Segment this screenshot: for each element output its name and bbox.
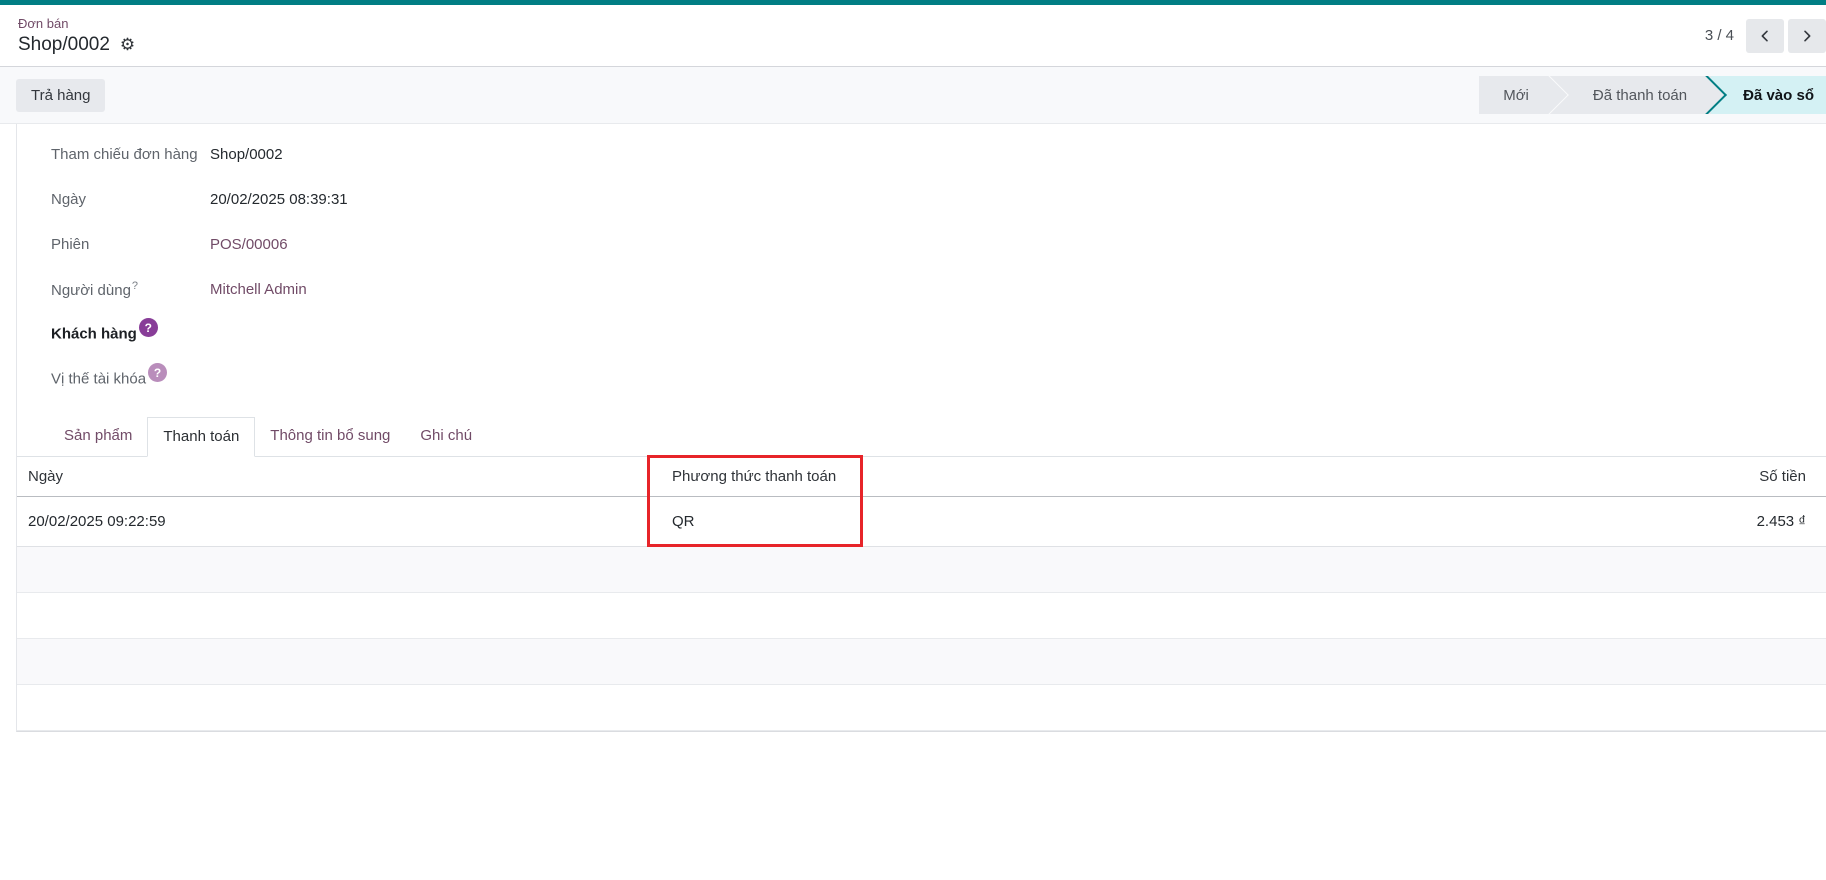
empty-table-row xyxy=(17,593,1826,639)
field-order-reference: Tham chiếu đơn hàng Shop/0002 xyxy=(34,132,1826,177)
help-badge-icon: ? xyxy=(148,363,167,382)
field-value-session-link[interactable]: POS/00006 xyxy=(210,236,288,253)
field-label-session: Phiên xyxy=(34,236,210,253)
field-customer: Khách hàng? xyxy=(34,312,1826,357)
field-fiscal-position: Vị thế tài khóa? xyxy=(34,357,1826,402)
field-value-date: 20/02/2025 08:39:31 xyxy=(210,191,348,208)
field-session: Phiên POS/00006 xyxy=(34,222,1826,267)
payment-row[interactable]: 20/02/2025 09:22:59 QR 2.453 ₫ xyxy=(17,497,1826,547)
tab-extra-info[interactable]: Thông tin bổ sung xyxy=(255,416,405,456)
tab-payments[interactable]: Thanh toán xyxy=(147,417,255,457)
status-step-posted[interactable]: Đã vào sổ xyxy=(1731,76,1826,114)
statusbar-separator xyxy=(1553,76,1569,114)
breadcrumb-bar: Đơn bán Shop/0002 ⚙ 3 / 4 xyxy=(0,5,1826,67)
field-label-fiscal-position: Vị thế tài khóa? xyxy=(34,370,210,389)
payment-row-date: 20/02/2025 09:22:59 xyxy=(17,513,647,530)
payments-table-header: Ngày Phương thức thanh toán Số tiền xyxy=(17,457,1826,497)
return-goods-button[interactable]: Trả hàng xyxy=(16,79,105,112)
field-label-date: Ngày xyxy=(34,191,210,208)
form-fields: Tham chiếu đơn hàng Shop/0002 Ngày 20/02… xyxy=(17,124,1826,402)
statusbar-separator-active xyxy=(1711,76,1731,114)
help-badge-icon: ? xyxy=(139,318,158,337)
pager-previous-button[interactable] xyxy=(1746,19,1784,53)
pager-count: 3 / 4 xyxy=(1705,27,1734,44)
payments-table: Ngày Phương thức thanh toán Số tiền 20/0… xyxy=(17,457,1826,731)
help-superscript: ? xyxy=(132,280,138,292)
column-header-amount[interactable]: Số tiền xyxy=(863,468,1826,485)
field-label-user: Người dùng? xyxy=(34,280,210,299)
empty-table-row xyxy=(17,639,1826,685)
chevron-left-icon xyxy=(1757,28,1773,44)
payment-row-amount: 2.453 ₫ xyxy=(863,513,1826,530)
pager: 3 / 4 xyxy=(1705,19,1826,53)
field-date: Ngày 20/02/2025 08:39:31 xyxy=(34,177,1826,222)
gear-icon[interactable]: ⚙ xyxy=(120,36,135,53)
chevron-right-icon xyxy=(1799,28,1815,44)
statusbar: Mới Đã thanh toán Đã vào sổ xyxy=(1479,76,1826,114)
page-title: Shop/0002 xyxy=(18,34,110,56)
empty-table-row xyxy=(17,685,1826,731)
pager-next-button[interactable] xyxy=(1788,19,1826,53)
action-bar: Trả hàng Mới Đã thanh toán Đã vào sổ xyxy=(0,67,1826,124)
column-header-payment-method[interactable]: Phương thức thanh toán xyxy=(647,468,863,485)
notebook-tabs: Sản phẩm Thanh toán Thông tin bổ sung Gh… xyxy=(17,417,1826,457)
form-sheet: Tham chiếu đơn hàng Shop/0002 Ngày 20/02… xyxy=(16,124,1826,732)
tab-notes[interactable]: Ghi chú xyxy=(405,416,487,456)
field-value-user-link[interactable]: Mitchell Admin xyxy=(210,281,307,298)
breadcrumb: Đơn bán Shop/0002 ⚙ xyxy=(18,16,135,56)
field-value-order-reference: Shop/0002 xyxy=(210,146,283,163)
field-label-customer: Khách hàng? xyxy=(34,325,210,344)
field-user: Người dùng? Mitchell Admin xyxy=(34,267,1826,312)
breadcrumb-parent-link[interactable]: Đơn bán xyxy=(18,16,135,31)
payment-row-method: QR xyxy=(647,513,863,530)
tab-products[interactable]: Sản phẩm xyxy=(34,416,147,456)
empty-table-row xyxy=(17,547,1826,593)
column-header-date[interactable]: Ngày xyxy=(17,468,647,485)
field-label-order-reference: Tham chiếu đơn hàng xyxy=(34,146,210,163)
